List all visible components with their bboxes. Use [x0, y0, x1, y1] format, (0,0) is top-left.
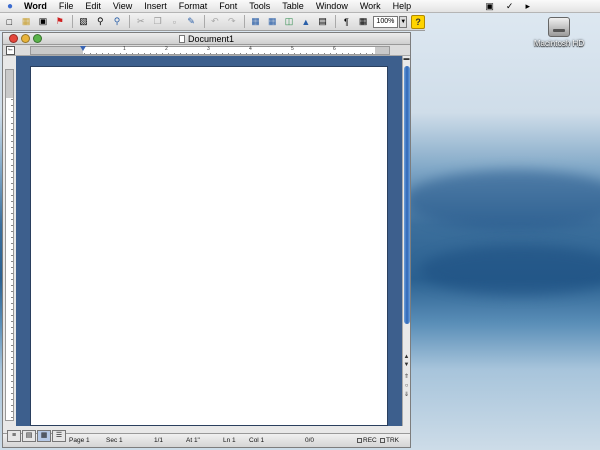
document-icon [178, 35, 185, 43]
document-page[interactable] [30, 66, 388, 426]
find-icon[interactable]: ⚲ [110, 15, 125, 29]
speaker-icon[interactable]: ▸ [525, 0, 530, 13]
trk-indicator[interactable]: TRK [380, 437, 399, 444]
menu-window[interactable]: Window [310, 0, 354, 13]
format-painter-icon[interactable]: ✎ [184, 15, 199, 29]
standard-toolbar: □ ▦ ▣ ⚑ ▧ ⚲ ⚲ ✂ ❐ ▫ ✎ ↶ ↷ ▦ ▦ ◫ ▲ ▤ ¶ ▦ … [0, 13, 425, 31]
open-icon[interactable]: ▦ [19, 15, 34, 29]
save-icon[interactable]: ▣ [36, 15, 51, 29]
cut-icon[interactable]: ✂ [133, 15, 148, 29]
new-icon[interactable]: □ [2, 15, 17, 29]
menu-help[interactable]: Help [387, 0, 418, 13]
ruler-label: 6 [333, 46, 336, 52]
window-title: Document1 [3, 33, 410, 45]
redo-icon[interactable]: ↷ [224, 15, 239, 29]
drawing-icon[interactable]: ▲ [298, 15, 313, 29]
status-column: Col 1 [249, 437, 265, 444]
status-at: At 1" [186, 437, 200, 444]
document-canvas [16, 56, 402, 426]
ruler-label: 3 [207, 46, 210, 52]
scroll-down-icon[interactable]: ▼ [403, 362, 410, 369]
menu-file[interactable]: File [53, 0, 80, 13]
page-layout-button[interactable]: ▦ [37, 430, 51, 442]
ruler-row: ⌙ 1 2 3 4 5 6 [3, 45, 410, 56]
flag-icon[interactable]: ⚑ [52, 15, 67, 29]
next-page-icon[interactable]: ⇓ [403, 392, 410, 399]
status-page-count: 1/1 [154, 437, 164, 444]
status-page: Page 1 [69, 437, 90, 444]
document-map-icon[interactable]: ▤ [315, 15, 330, 29]
document-window: Document1 ⌙ 1 2 3 4 5 6 ▬ ▲ ▼ ⇑ ○ ⇓ ≡ ▤ … [2, 32, 411, 448]
volume-icon[interactable]: ✓ [506, 0, 514, 13]
menu-insert[interactable]: Insert [138, 0, 173, 13]
menu-app-name[interactable]: Word [20, 0, 53, 13]
browse-object-icon[interactable]: ○ [403, 383, 410, 390]
window-title-bar[interactable]: Document1 [3, 33, 410, 45]
vertical-scrollbar[interactable]: ▬ ▲ ▼ ⇑ ○ ⇓ [402, 56, 410, 426]
ruler-label: 5 [291, 46, 294, 52]
split-handle-icon[interactable]: ▬ [403, 56, 410, 63]
print-preview-icon[interactable]: ⚲ [93, 15, 108, 29]
show-hide-icon[interactable]: ¶ [339, 15, 354, 29]
print-icon[interactable]: ▧ [76, 15, 91, 29]
horizontal-ruler[interactable]: 1 2 3 4 5 6 [30, 46, 390, 55]
ruler-label: 1 [123, 46, 126, 52]
help-icon[interactable]: ? [411, 14, 425, 29]
status-bar: ≡ ▤ ▦ ☰ Page 1 Sec 1 1/1 At 1" Ln 1 Col … [3, 430, 410, 447]
columns-icon[interactable]: ◫ [282, 15, 297, 29]
paste-icon[interactable]: ▫ [167, 15, 182, 29]
status-line: Ln 1 [223, 437, 236, 444]
menu-edit[interactable]: Edit [79, 0, 107, 13]
hd-label: Macintosh HD [533, 39, 585, 48]
menu-tools[interactable]: Tools [243, 0, 276, 13]
menu-font[interactable]: Font [213, 0, 243, 13]
previous-page-icon[interactable]: ⇑ [403, 374, 410, 381]
display-icon[interactable]: ▣ [485, 0, 494, 13]
menu-format[interactable]: Format [173, 0, 214, 13]
view-buttons: ≡ ▤ ▦ ☰ [7, 430, 66, 444]
tables-borders-icon[interactable]: ▦ [248, 15, 263, 29]
copy-icon[interactable]: ❐ [150, 15, 165, 29]
macintosh-hd-icon[interactable]: Macintosh HD [532, 17, 586, 57]
status-word-count: 0/0 [305, 437, 315, 444]
zoom-dropdown-icon[interactable]: ▼ [399, 15, 408, 28]
vertical-ruler[interactable] [5, 69, 14, 421]
menu-view[interactable]: View [107, 0, 138, 13]
hard-drive-icon [548, 17, 570, 37]
apple-menu-icon[interactable]: ● [0, 1, 20, 12]
menu-table[interactable]: Table [276, 0, 310, 13]
status-section: Sec 1 [106, 437, 123, 444]
normal-view-button[interactable]: ≡ [7, 430, 21, 442]
online-layout-button[interactable]: ▤ [22, 430, 36, 442]
ruler-label: 2 [165, 46, 168, 52]
undo-icon[interactable]: ↶ [208, 15, 223, 29]
zoom-field[interactable]: 100% [372, 15, 399, 28]
menu-work[interactable]: Work [354, 0, 387, 13]
rec-indicator[interactable]: REC [357, 437, 377, 444]
menu-bar: ● Word File Edit View Insert Format Font… [0, 0, 600, 13]
ruler-label: 4 [249, 46, 252, 52]
document-title: Document1 [187, 34, 235, 44]
text-box-icon[interactable]: ▦ [356, 15, 371, 29]
scroll-thumb[interactable] [404, 66, 410, 324]
outline-view-button[interactable]: ☰ [52, 430, 66, 442]
tab-selector-icon[interactable]: ⌙ [6, 46, 15, 55]
indent-marker-icon[interactable] [80, 46, 86, 51]
scroll-up-icon[interactable]: ▲ [403, 354, 410, 361]
insert-table-icon[interactable]: ▦ [265, 15, 280, 29]
